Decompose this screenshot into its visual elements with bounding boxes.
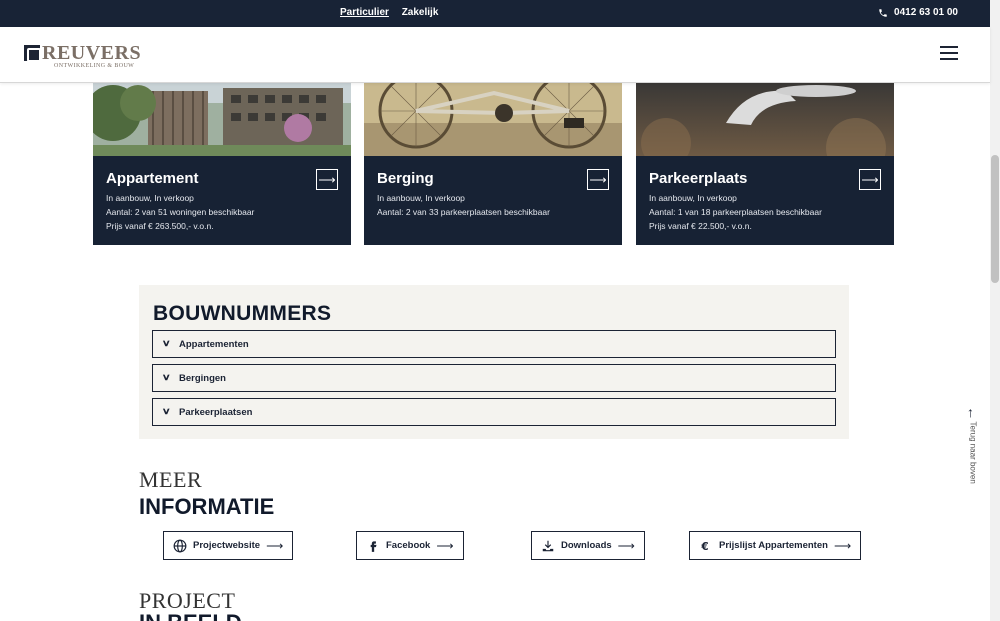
accordion-label: Parkeerplaatsen [179, 407, 253, 418]
bouwnummers-title: BOUWNUMMERS [153, 302, 332, 325]
site-header: REUVERS ONTWIKKELING & BOUW [0, 27, 990, 83]
bouwnummers-section: BOUWNUMMERS ∨ Appartementen ∨ Bergingen … [139, 285, 849, 439]
card-status: In aanbouw, In verkoop [649, 193, 737, 203]
card-title: Parkeerplaats [649, 170, 748, 187]
nav-particulier[interactable]: Particulier [340, 7, 389, 18]
accordion-label: Bergingen [179, 373, 226, 384]
svg-text:€: € [700, 541, 708, 553]
phone-icon [879, 8, 887, 17]
phone-link[interactable]: 0412 63 01 00 [878, 7, 958, 18]
card-count: Aantal: 2 van 33 parkeerplaatsen beschik… [377, 207, 550, 217]
arrow-right-icon[interactable]: ⟶ [587, 169, 609, 190]
euro-icon: € [700, 541, 708, 553]
logo-subtitle: ONTWIKKELING & BOUW [54, 63, 135, 69]
phone-number: 0412 63 01 00 [894, 7, 958, 18]
card-appartement[interactable]: Appartement ⟶ In aanbouw, In verkoop Aan… [93, 83, 351, 245]
back-to-top-label: Terug naar boven [968, 421, 978, 484]
card-count: Aantal: 1 van 18 parkeerplaatsen beschik… [649, 207, 822, 217]
card-image-building [93, 83, 351, 156]
accordion-parkeerplaatsen[interactable]: ∨ Parkeerplaatsen [152, 398, 836, 426]
chevron-down-icon: ∨ [161, 372, 171, 382]
meer-heading-bold: INFORMATIE [139, 494, 275, 519]
arrow-right-icon: ⟶ [617, 538, 635, 553]
accordion-appartementen[interactable]: ∨ Appartementen [152, 330, 836, 358]
accordion-label: Appartementen [179, 339, 249, 350]
card-status: In aanbouw, In verkoop [377, 193, 465, 203]
download-icon [542, 540, 554, 551]
button-label: Downloads [561, 540, 612, 551]
logo-mark-icon [24, 45, 41, 62]
top-bar: Particulier Zakelijk 0412 63 01 00 [0, 0, 990, 27]
globe-icon [173, 539, 187, 552]
menu-hamburger-icon[interactable] [940, 46, 958, 61]
nav-zakelijk[interactable]: Zakelijk [402, 7, 439, 18]
card-image-parking [636, 83, 894, 156]
card-title: Berging [377, 170, 434, 187]
prijslijst-button[interactable]: € Prijslijst Appartementen ⟶ [689, 531, 862, 560]
card-image-bicycle [364, 83, 622, 156]
accordion-bergingen[interactable]: ∨ Bergingen [152, 364, 836, 392]
arrow-up-icon: ↑ [967, 404, 974, 420]
card-count: Aantal: 2 van 51 woningen beschikbaar [106, 207, 255, 217]
project-heading-bold: IN BEELD [139, 612, 242, 621]
chevron-down-icon: ∨ [161, 338, 171, 348]
card-status: In aanbouw, In verkoop [106, 193, 194, 203]
logo[interactable]: REUVERS ONTWIKKELING & BOUW [24, 42, 142, 69]
button-label: Facebook [386, 540, 431, 551]
back-to-top[interactable]: ↑ Terug naar boven [964, 404, 980, 489]
meer-heading-light: MEER [139, 467, 203, 492]
card-price: Prijs vanaf € 263.500,- v.o.n. [106, 221, 214, 231]
chevron-down-icon: ∨ [161, 406, 171, 416]
button-label: Prijslijst Appartementen [719, 540, 828, 551]
card-price: Prijs vanaf € 22.500,- v.o.n. [649, 221, 752, 231]
scrollbar[interactable] [990, 0, 1000, 621]
project-heading-light: PROJECT [139, 588, 236, 613]
button-label: Projectwebsite [193, 540, 261, 551]
downloads-button[interactable]: Downloads ⟶ [531, 531, 645, 560]
arrow-right-icon[interactable]: ⟶ [316, 169, 338, 190]
projectwebsite-button[interactable]: Projectwebsite ⟶ [163, 531, 294, 560]
card-title: Appartement [106, 170, 199, 187]
arrow-right-icon[interactable]: ⟶ [859, 169, 881, 190]
card-berging[interactable]: Berging ⟶ In aanbouw, In verkoop Aantal:… [364, 83, 622, 245]
arrow-right-icon: ⟶ [266, 538, 284, 553]
facebook-icon [370, 540, 377, 552]
arrow-right-icon: ⟶ [833, 538, 852, 553]
scrollbar-thumb[interactable] [991, 155, 999, 283]
facebook-button[interactable]: Facebook ⟶ [356, 531, 464, 560]
logo-text: REUVERS [42, 42, 142, 64]
card-parkeerplaats[interactable]: Parkeerplaats ⟶ In aanbouw, In verkoop A… [636, 83, 894, 245]
arrow-right-icon: ⟶ [436, 538, 454, 553]
top-nav: Particulier Zakelijk [340, 7, 448, 18]
